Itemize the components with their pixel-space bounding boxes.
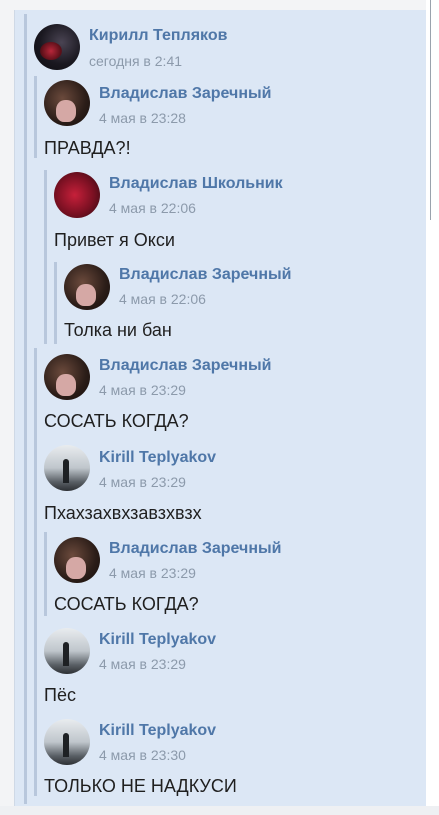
timestamp: 4 мая в 23:29	[99, 382, 186, 398]
author-name[interactable]: Владислав Школьник	[109, 175, 283, 193]
message-text: СОСАТЬ КОГДА?	[54, 594, 199, 614]
author-name[interactable]: Kirill Teplyakov	[99, 722, 216, 740]
timestamp: 4 мая в 23:30	[99, 747, 186, 763]
avatar[interactable]	[44, 719, 90, 765]
quote-line-level-0	[24, 14, 27, 804]
message-text: Пхахзахвхзавзхвзх	[44, 503, 202, 523]
screen-edge	[426, 0, 439, 815]
avatar[interactable]	[44, 354, 90, 400]
quote-line-level-1	[34, 348, 37, 796]
timestamp: сегодня в 2:41	[89, 53, 183, 69]
message-text: Толка ни бан	[64, 320, 172, 340]
author-name[interactable]: Владислав Заречный	[119, 266, 292, 284]
author-name[interactable]: Kirill Teplyakov	[99, 449, 216, 467]
quote-line-level-2	[44, 170, 47, 344]
timestamp: 4 мая в 23:29	[99, 474, 186, 490]
quote-line-level-3	[54, 262, 57, 344]
avatar[interactable]	[64, 264, 110, 310]
avatar[interactable]	[54, 537, 100, 583]
author-name[interactable]: Kirill Teplyakov	[99, 631, 216, 649]
avatar[interactable]	[34, 24, 80, 70]
message-text: Пёс	[44, 685, 76, 705]
message-text: ТОЛЬКО НЕ НАДКУСИ	[44, 776, 237, 796]
avatar[interactable]	[44, 628, 90, 674]
message-text: Привет я Окси	[54, 230, 175, 250]
bottom-edge	[0, 806, 439, 815]
edge-shadow	[430, 0, 431, 220]
timestamp: 4 мая в 23:28	[99, 110, 186, 126]
avatar[interactable]	[44, 445, 90, 491]
quote-line-level-1	[34, 76, 37, 158]
author-name[interactable]: Владислав Заречный	[109, 540, 282, 558]
timestamp: 4 мая в 22:06	[109, 200, 196, 216]
avatar[interactable]	[44, 80, 90, 126]
message-text: СОСАТЬ КОГДА?	[44, 411, 189, 431]
message-text: ПРАВДА?!	[44, 138, 131, 158]
author-name[interactable]: Кирилл Тепляков	[89, 27, 227, 45]
quote-line-level-2	[44, 532, 47, 616]
author-name[interactable]: Владислав Заречный	[99, 357, 272, 375]
timestamp: 4 мая в 23:29	[109, 565, 196, 581]
avatar[interactable]	[54, 172, 100, 218]
timestamp: 4 мая в 23:29	[99, 656, 186, 672]
author-name[interactable]: Владислав Заречный	[99, 85, 272, 103]
timestamp: 4 мая в 22:06	[119, 291, 206, 307]
